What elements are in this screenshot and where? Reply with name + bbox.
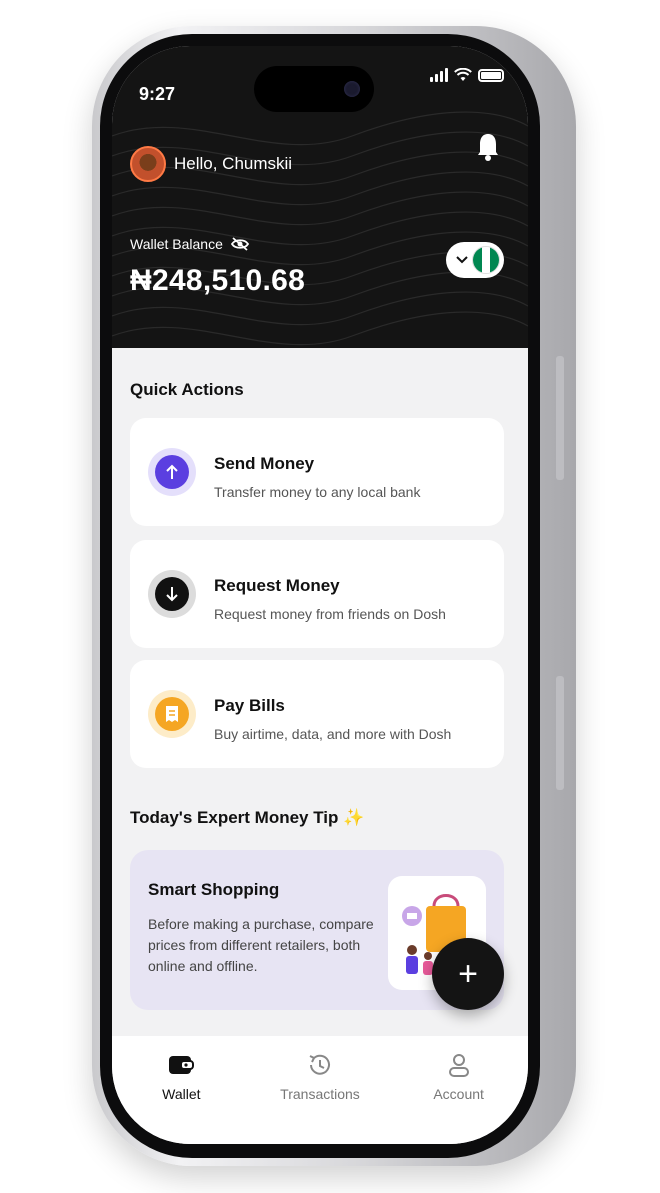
nav-label: Account xyxy=(433,1086,484,1102)
card-title: Request Money xyxy=(214,576,340,595)
status-icons xyxy=(430,68,504,82)
nav-label: Transactions xyxy=(280,1086,360,1102)
history-icon xyxy=(309,1054,330,1075)
tip-title: Smart Shopping xyxy=(148,880,280,899)
card-subtitle: Transfer money to any local bank xyxy=(214,484,421,500)
balance-amount: ₦248,510.68 xyxy=(130,264,306,297)
chevron-down-icon xyxy=(456,256,468,264)
greeting-text: Hello, Chumskii xyxy=(174,154,293,173)
phone-side-button xyxy=(556,676,564,790)
phone-side-button xyxy=(556,356,564,480)
card-title: Pay Bills xyxy=(214,696,285,715)
avatar[interactable] xyxy=(130,146,166,182)
card-subtitle: Request money from friends on Dosh xyxy=(214,606,446,622)
tip-section-title: Today's Expert Money Tip ✨ xyxy=(130,808,365,827)
bottom-nav: Wallet Transactions Account xyxy=(112,1036,528,1144)
card-subtitle: Buy airtime, data, and more with Dosh xyxy=(214,726,452,742)
tip-body: Before making a purchase, compare prices… xyxy=(148,916,374,974)
nav-account[interactable]: Account xyxy=(404,1052,514,1144)
nav-transactions[interactable]: Transactions xyxy=(265,1052,375,1144)
app-screen: 9:27 Hello, Chumskii Wallet Balance ₦248… xyxy=(112,46,528,1144)
signal-icon xyxy=(430,68,448,82)
arrow-down-icon xyxy=(155,577,189,611)
camera-icon xyxy=(344,81,360,97)
balance-label-text: Wallet Balance xyxy=(130,236,223,252)
wallet-header: 9:27 Hello, Chumskii Wallet Balance ₦248… xyxy=(112,46,528,348)
wallet-icon xyxy=(169,1056,195,1074)
send-money-card[interactable]: Send Money Transfer money to any local b… xyxy=(130,418,504,526)
card-title: Send Money xyxy=(214,454,315,473)
wifi-icon xyxy=(454,68,472,81)
nigeria-flag-icon xyxy=(472,246,500,274)
status-time: 9:27 xyxy=(139,84,176,104)
balance-label: Wallet Balance xyxy=(130,236,249,252)
nav-wallet[interactable]: Wallet xyxy=(126,1052,236,1144)
nav-label: Wallet xyxy=(162,1086,201,1102)
currency-selector[interactable] xyxy=(446,242,504,278)
quick-actions-title: Quick Actions xyxy=(130,380,244,399)
receipt-icon xyxy=(155,697,189,731)
dynamic-island xyxy=(254,66,374,112)
add-fab-button[interactable]: + xyxy=(432,938,504,1010)
bell-icon[interactable] xyxy=(476,132,500,162)
eye-off-icon[interactable] xyxy=(230,237,249,251)
user-icon xyxy=(448,1054,469,1077)
battery-icon xyxy=(478,69,504,82)
arrow-up-icon xyxy=(155,455,189,489)
request-money-card[interactable]: Request Money Request money from friends… xyxy=(130,540,504,648)
pay-bills-card[interactable]: Pay Bills Buy airtime, data, and more wi… xyxy=(130,660,504,768)
